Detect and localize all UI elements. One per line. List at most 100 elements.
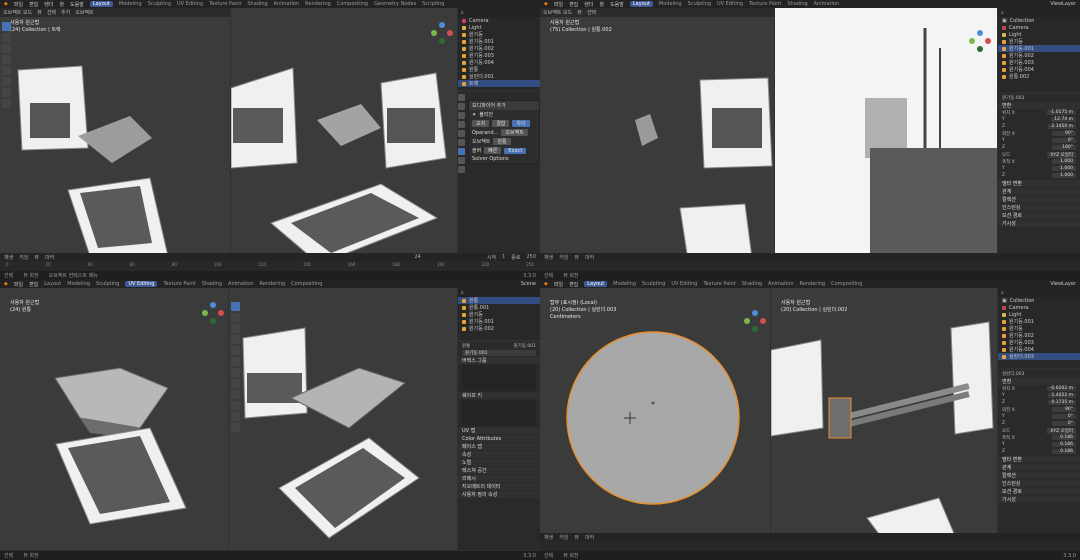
physics-tab-icon[interactable] (458, 157, 465, 164)
rot-z-field[interactable]: 0° (1052, 421, 1076, 426)
blender-logo-icon[interactable]: ◆ (544, 281, 548, 287)
tab-shading[interactable]: Shading (202, 281, 222, 287)
timeline[interactable] (540, 541, 1080, 551)
marker-menu[interactable]: 마커 (585, 254, 594, 261)
tab-texture-paint[interactable]: Texture Paint (209, 1, 241, 7)
tab-layout[interactable]: Layout (629, 1, 653, 7)
render-tab-icon[interactable] (458, 103, 465, 110)
viewlayer-label[interactable]: ViewLayer (1050, 1, 1076, 7)
scale-y-field[interactable]: 0.186 (1052, 442, 1076, 447)
viewport-ortho[interactable]: 탑뷰 (표시정) (Local) (20) Collection | 실린더.0… (540, 288, 770, 550)
viewport-reference[interactable] (775, 8, 997, 253)
tab-compositing[interactable]: Compositing (291, 281, 322, 287)
menu-edit[interactable]: 편집 (569, 281, 578, 288)
menu-file[interactable]: 파일 (14, 1, 23, 8)
object-tab-icon[interactable] (458, 139, 465, 146)
search-icon[interactable]: ⌕ (1001, 290, 1004, 296)
outliner-row[interactable]: 원통.001 (458, 304, 540, 311)
menu-edit[interactable]: 편집 (569, 1, 578, 8)
collections-section[interactable]: 컬렉션 (998, 472, 1080, 479)
scale-y-field[interactable]: 1.000 (1052, 166, 1076, 171)
playback-menu[interactable]: 재생 (544, 254, 553, 261)
delta-transform-section[interactable]: 델타 변환 (998, 180, 1080, 187)
scale-z-field[interactable]: 1.000 (1052, 173, 1076, 178)
end-frame-field[interactable]: 250 (526, 254, 536, 260)
loc-y-field[interactable]: 12.74 m (1051, 117, 1076, 122)
motion-paths-section[interactable]: 모션 경로 (998, 488, 1080, 495)
menu-window[interactable]: 창 (59, 1, 64, 8)
tab-animation[interactable]: Animation (768, 281, 794, 287)
playback-menu[interactable]: 재생 (544, 534, 553, 541)
scale-x-field[interactable]: 0.186 (1052, 435, 1076, 440)
object-name-field[interactable]: 실린더.003 (1002, 371, 1024, 377)
tab-rendering[interactable]: Rendering (260, 281, 286, 287)
shape-keys-section[interactable]: 쉐이프 키 (458, 392, 540, 399)
rotation-mode-select[interactable]: XYZ 오일러 (1047, 151, 1076, 158)
outliner-row[interactable]: 원기둥.001 (458, 318, 540, 325)
geometry-data-section[interactable]: 지오메트리 데이터 (458, 483, 540, 490)
outliner-row[interactable]: 원기둥.004 (998, 66, 1080, 73)
tab-uv-editing[interactable]: UV Editing (717, 1, 743, 7)
loc-x-field[interactable]: -1.0175 m (1046, 110, 1076, 115)
blender-logo-icon[interactable]: ◆ (544, 1, 548, 7)
face-maps-section[interactable]: 페이스 맵 (458, 443, 540, 450)
outliner-row[interactable]: 원기둥.004 (458, 59, 540, 66)
world-tab-icon[interactable] (458, 130, 465, 137)
solver-options-row[interactable]: Solver Options (469, 155, 539, 163)
relations-section[interactable]: 관계 (998, 188, 1080, 195)
outliner-row[interactable]: 원기둥 (458, 311, 540, 318)
menu-help[interactable]: 도움말 (610, 1, 624, 8)
tab-shading[interactable]: Shading (742, 281, 762, 287)
tab-modeling[interactable]: Modeling (659, 1, 682, 7)
keying-menu[interactable]: 키잉 (19, 254, 28, 261)
viewport-right[interactable] (229, 288, 457, 550)
tab-animation[interactable]: Animation (814, 1, 840, 7)
outliner-row[interactable]: Light (998, 31, 1080, 38)
navigation-gizmo[interactable] (431, 22, 453, 44)
marker-menu[interactable]: 마커 (585, 534, 594, 541)
loc-y-field[interactable]: 1.4022 m (1048, 393, 1076, 398)
blender-logo-icon[interactable]: ◆ (4, 1, 8, 7)
search-icon[interactable]: ⌕ (461, 290, 464, 296)
rot-x-field[interactable]: 90° (1052, 407, 1076, 412)
tool-tab-icon[interactable] (458, 94, 465, 101)
operand-select[interactable]: 오브젝트 (501, 129, 528, 136)
outliner-row[interactable]: ▣ Collection (998, 17, 1080, 24)
tab-compositing[interactable]: Compositing (337, 1, 368, 7)
outliner-row[interactable]: 원기둥.001 (998, 318, 1080, 325)
menu-edit[interactable]: 편집 (29, 281, 38, 288)
tab-animation[interactable]: Animation (228, 281, 254, 287)
navigation-gizmo[interactable] (202, 302, 224, 324)
solver-exact-button[interactable]: Exact (504, 147, 527, 154)
outliner-row[interactable]: Light (998, 311, 1080, 318)
outliner-row[interactable]: 원기둥 (998, 38, 1080, 45)
attributes-section[interactable]: 속성 (458, 451, 540, 458)
shape-keys-list[interactable] (462, 400, 536, 426)
tab-uv-editing[interactable]: UV Editing (125, 281, 158, 287)
viewlayer-label[interactable]: ViewLayer (1050, 281, 1076, 287)
scale-x-field[interactable]: 1.000 (1052, 159, 1076, 164)
outliner-row-selected[interactable]: 실린더.003 (998, 353, 1080, 360)
transform-section[interactable]: 변환 (998, 378, 1080, 385)
object-name-field[interactable]: 원기둥.003 (1002, 95, 1024, 101)
outliner-row[interactable]: 원통 (458, 66, 540, 73)
outliner-row[interactable]: 원기둥 (998, 325, 1080, 332)
outliner-row[interactable]: 실린더.001 (458, 73, 540, 80)
rot-y-field[interactable]: 0° (1052, 138, 1076, 143)
tab-rendering[interactable]: Rendering (305, 1, 331, 7)
timeline[interactable] (540, 261, 1080, 271)
tab-compositing[interactable]: Compositing (831, 281, 862, 287)
view-menu[interactable]: 뷰 (574, 534, 579, 541)
scene-tab-icon[interactable] (458, 121, 465, 128)
path-mesh[interactable]: 원기둥.001 (514, 343, 536, 349)
scale-z-field[interactable]: 0.186 (1052, 449, 1076, 454)
marker-menu[interactable]: 마커 (45, 254, 54, 261)
view-menu[interactable]: 뷰 (34, 254, 39, 261)
op-intersect-button[interactable]: 교차 (472, 120, 490, 127)
viewport-right[interactable] (231, 8, 457, 253)
op-difference-button[interactable]: 차이 (512, 120, 530, 127)
instancing-section[interactable]: 인스턴싱 (998, 480, 1080, 487)
navigation-gizmo[interactable] (744, 310, 766, 332)
normals-section[interactable]: 노멀 (458, 459, 540, 466)
modifier-tab-icon[interactable] (458, 148, 465, 155)
